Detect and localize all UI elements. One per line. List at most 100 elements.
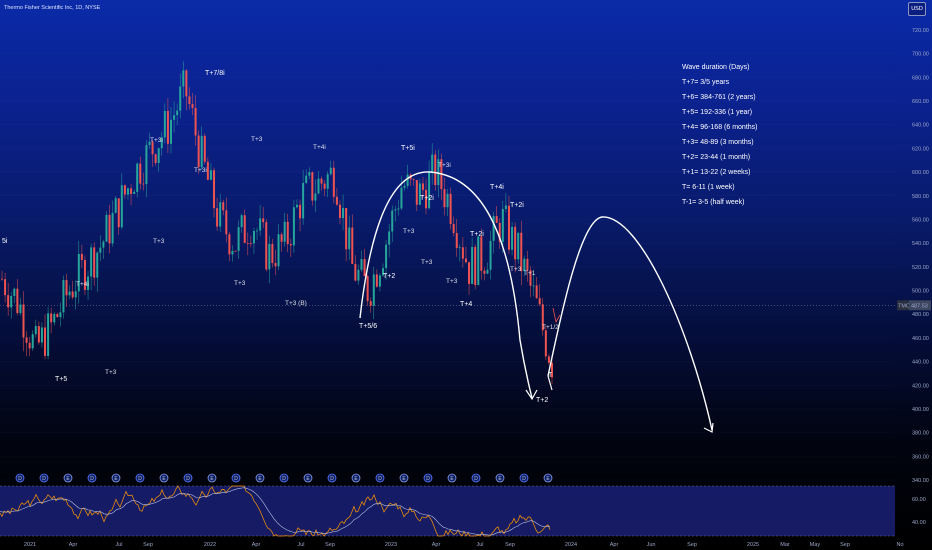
candle-body (308, 172, 311, 176)
candle-body (219, 202, 222, 227)
price-tick-label: 440.00 (912, 360, 929, 366)
legend-heading: Wave duration (Days) (682, 64, 749, 71)
wave-label: T+5i (401, 145, 415, 152)
candle-body (345, 207, 348, 250)
candle-body (136, 163, 139, 192)
candle-body (489, 240, 492, 270)
candle-body (323, 183, 326, 189)
candle-body (191, 104, 194, 108)
current-price-label: 487.53 (911, 303, 928, 309)
event-letter: D (378, 476, 382, 482)
rsi-tick-label: 60.00 (912, 497, 926, 503)
time-tick-label: Sep (687, 542, 697, 548)
wave-label: T+3i (150, 137, 163, 144)
candle-body (213, 170, 216, 209)
candle-body (80, 253, 83, 261)
candle-body (59, 312, 62, 318)
candle-body (535, 285, 538, 299)
candle-body (351, 227, 354, 264)
candle-body (452, 224, 455, 233)
candle-body (93, 247, 96, 278)
wave-label: T+4i (490, 184, 504, 191)
candle-body (332, 167, 335, 197)
candle-body (455, 232, 458, 249)
candle-body (179, 86, 182, 111)
price-tick-label: 460.00 (912, 336, 929, 342)
currency-badge[interactable]: USD (908, 2, 926, 16)
candle-body (185, 70, 188, 97)
candle-body (237, 227, 240, 251)
price-tick-label: 560.00 (912, 217, 929, 223)
time-tick-label: Jul (476, 542, 483, 548)
candle-body (68, 291, 71, 296)
candle-body (295, 204, 298, 208)
candle-body (391, 210, 394, 232)
event-letter: D (42, 476, 46, 482)
candle-body (428, 171, 431, 209)
candle-body (108, 214, 111, 244)
time-tick-label: Jun (647, 542, 656, 548)
candle-body (406, 174, 409, 186)
candle-body (231, 250, 234, 255)
candle-body (477, 236, 480, 286)
wave-label: T+1/2 (542, 324, 559, 331)
candle-body (47, 313, 50, 356)
wave-label: T+2i (420, 195, 434, 202)
candle-body (4, 279, 7, 296)
candle-body (259, 218, 262, 231)
event-letter: D (522, 476, 526, 482)
candle-body (188, 96, 191, 105)
candle-body (335, 196, 338, 205)
price-tick-label: 580.00 (912, 194, 929, 200)
candle-body (415, 180, 418, 205)
candle-body (474, 246, 477, 286)
event-letter: D (138, 476, 142, 482)
candle-body (194, 107, 197, 136)
candle-body (117, 198, 120, 228)
candle-body (90, 247, 93, 277)
candle-body (240, 215, 243, 228)
candle-body (517, 232, 520, 260)
price-tick-label: 400.00 (912, 407, 929, 413)
candle-body (216, 208, 219, 227)
price-tick-label: 700.00 (912, 52, 929, 58)
time-tick-label: Sep (505, 542, 515, 548)
candle-body (507, 205, 510, 250)
candle-body (10, 296, 13, 308)
candle-body (431, 154, 434, 172)
wave-label: T+4i (313, 144, 326, 151)
wave-label: T+2i (510, 202, 524, 209)
price-tick-label: 380.00 (912, 431, 929, 437)
candle-body (123, 185, 126, 195)
candle-body (197, 135, 200, 168)
time-tick-label: May (810, 542, 821, 548)
red-arrow-icon (552, 307, 561, 324)
time-tick-label: Apr (432, 542, 441, 548)
price-tick-label: 520.00 (912, 265, 929, 271)
candle-body (157, 148, 160, 164)
candle-body (44, 327, 47, 356)
candle-body (468, 262, 471, 284)
candle-body (388, 231, 391, 245)
candle-body (206, 161, 209, 180)
candle-body (209, 170, 212, 180)
time-tick-label: Mar (780, 542, 790, 548)
candle-body (163, 110, 166, 138)
candle-body (369, 301, 372, 306)
candle-body (299, 204, 302, 219)
chart-canvas[interactable]: 720.00 700.00 680.00 660.00 640.00 620.00 600.… (0, 0, 932, 550)
wave-label: T+3 (510, 266, 522, 273)
candle-body (130, 188, 133, 195)
candle-body (133, 191, 136, 195)
event-letter: D (234, 476, 238, 482)
candle-body (25, 337, 28, 343)
legend-line: T+4= 96-168 (6 months) (682, 124, 758, 131)
candle-body (71, 291, 74, 298)
candle-body (461, 247, 464, 259)
time-tick-label: 2025 (747, 542, 759, 548)
candle-body (464, 258, 467, 263)
candle-body (311, 172, 314, 201)
candle-body (173, 115, 176, 120)
candle-body (16, 288, 19, 314)
wave-label: T+7/8i (205, 70, 225, 77)
